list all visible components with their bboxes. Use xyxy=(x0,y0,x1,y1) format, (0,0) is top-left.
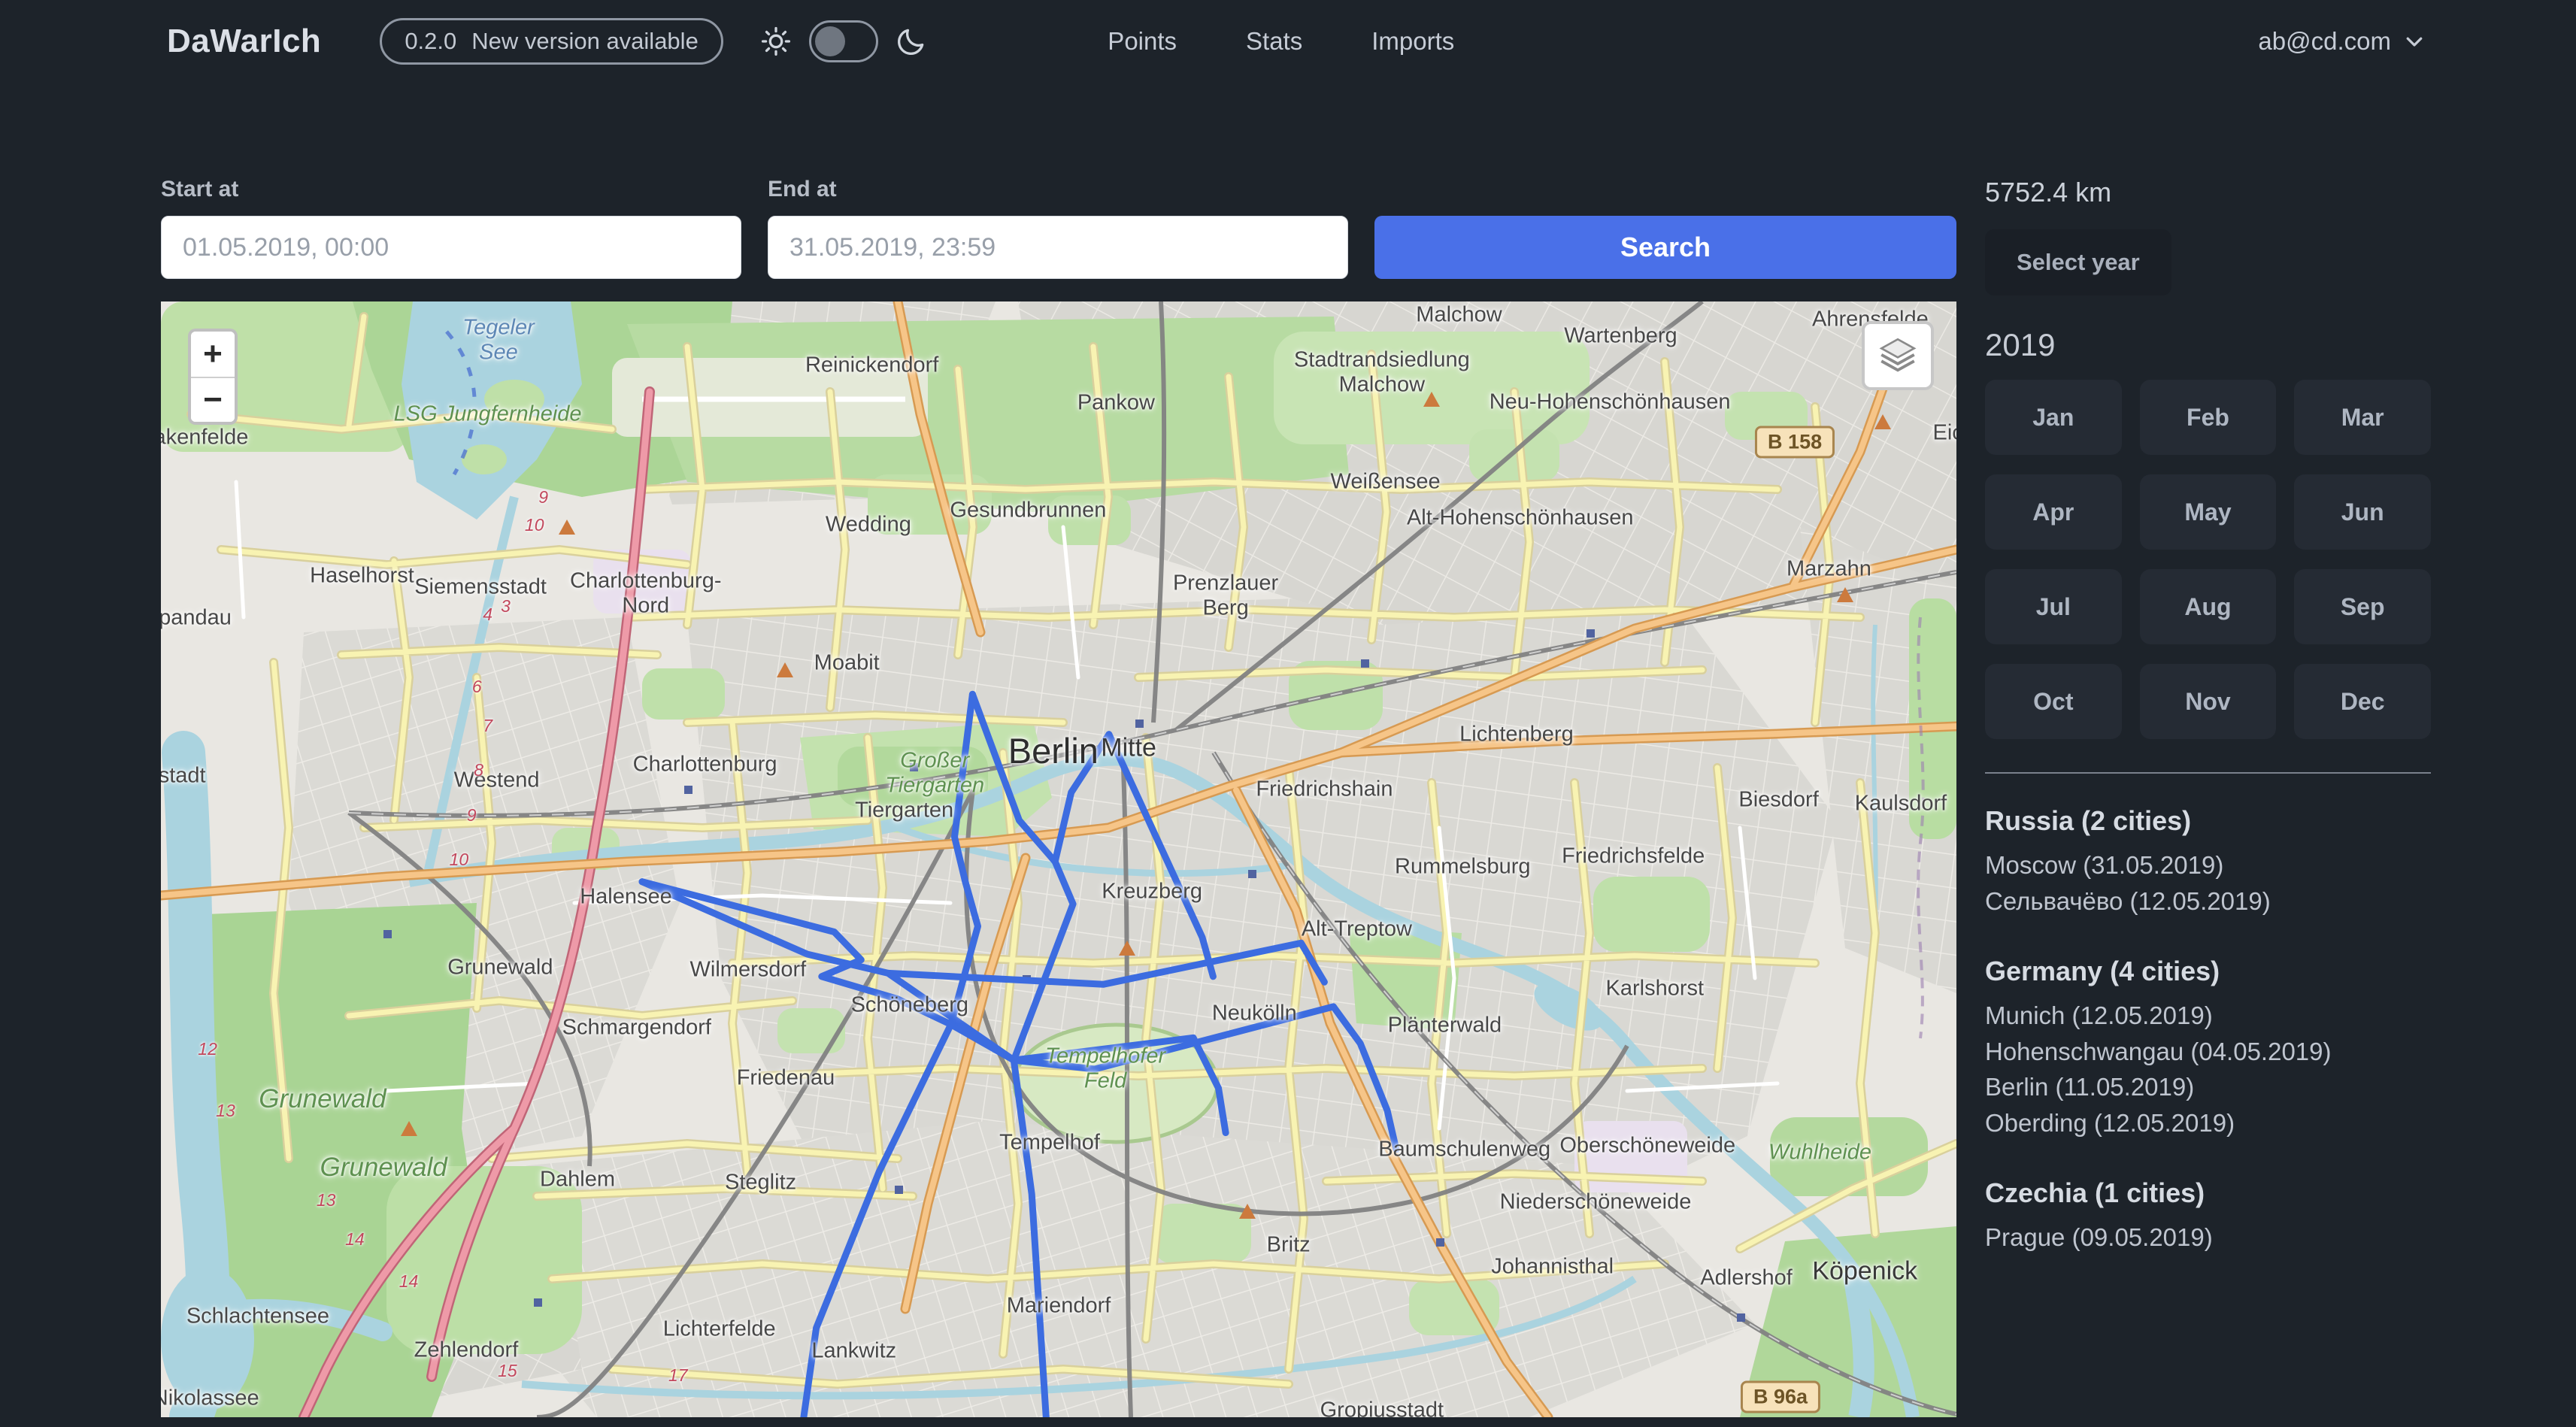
map-layers-control[interactable] xyxy=(1862,321,1934,390)
map-zoom-control: + − xyxy=(188,329,238,425)
city-item: Berlin (11.05.2019) xyxy=(1985,1069,2431,1105)
month-button[interactable]: Jul xyxy=(1985,569,2122,644)
search-button[interactable]: Search xyxy=(1374,216,1956,279)
month-button[interactable]: Oct xyxy=(1985,664,2122,739)
city-item: Prague (09.05.2019) xyxy=(1985,1219,2431,1256)
country-group: Germany (4 cities) Munich (12.05.2019)Ho… xyxy=(1985,956,2431,1141)
city-list: Munich (12.05.2019)Hohenschwangau (04.05… xyxy=(1985,998,2431,1141)
nav-link[interactable]: Imports xyxy=(1371,27,1454,56)
city-item: Oberding (12.05.2019) xyxy=(1985,1105,2431,1141)
map[interactable]: Tegeler SeeReinickendorfMalchowWartenber… xyxy=(161,301,1956,1417)
map-column: Start at End at Search xyxy=(161,177,1956,1417)
city-item: Munich (12.05.2019) xyxy=(1985,998,2431,1034)
main-nav: Points Stats Imports xyxy=(1108,27,1454,56)
start-at-input[interactable] xyxy=(161,216,741,279)
sidebar-divider xyxy=(1985,772,2431,774)
theme-toggle[interactable] xyxy=(809,20,878,62)
city-item: Moscow (31.05.2019) xyxy=(1985,847,2431,883)
account-menu[interactable]: ab@cd.com xyxy=(2258,27,2426,56)
app-logo: DaWarIch xyxy=(167,23,321,60)
end-at-input[interactable] xyxy=(768,216,1348,279)
moon-icon xyxy=(895,25,928,58)
country-name: Russia (2 cities) xyxy=(1985,805,2431,837)
city-list: Prague (09.05.2019) xyxy=(1985,1219,2431,1256)
month-button[interactable]: Jan xyxy=(1985,380,2122,455)
account-email: ab@cd.com xyxy=(2258,27,2391,56)
version-number: 0.2.0 xyxy=(405,28,456,55)
month-button[interactable]: Apr xyxy=(1985,474,2122,550)
country-group: Czechia (1 cities) Prague (09.05.2019) xyxy=(1985,1177,2431,1256)
layers-icon xyxy=(1876,334,1920,377)
month-button[interactable]: Nov xyxy=(2140,664,2277,739)
month-button[interactable]: May xyxy=(2140,474,2277,550)
visited-countries: Russia (2 cities) Moscow (31.05.2019)Сел… xyxy=(1985,805,2431,1256)
toggle-knob xyxy=(815,26,845,56)
sun-icon xyxy=(759,25,792,58)
month-button[interactable]: Mar xyxy=(2294,380,2431,455)
nav-link[interactable]: Points xyxy=(1108,27,1177,56)
date-filter-form: Start at End at Search xyxy=(161,177,1956,279)
country-name: Germany (4 cities) xyxy=(1985,956,2431,987)
zoom-in-button[interactable]: + xyxy=(191,332,235,377)
month-grid: JanFebMar AprMayJun JulAugSep OctNovDec xyxy=(1985,380,2431,739)
city-list: Moscow (31.05.2019)Сельвачёво (12.05.201… xyxy=(1985,847,2431,920)
main-content: Start at End at Search xyxy=(0,83,2576,1417)
total-distance: 5752.4 km xyxy=(1985,177,2431,208)
theme-switcher xyxy=(759,20,928,62)
stats-sidebar: 5752.4 km Select year 2019 JanFebMarAprM… xyxy=(1985,177,2431,1292)
zoom-out-button[interactable]: − xyxy=(191,377,235,422)
month-button[interactable]: Feb xyxy=(2140,380,2277,455)
version-note: New version available xyxy=(471,28,699,55)
highway-badge: B 158 xyxy=(1755,426,1835,458)
country-group: Russia (2 cities) Moscow (31.05.2019)Сел… xyxy=(1985,805,2431,920)
country-name: Czechia (1 cities) xyxy=(1985,1177,2431,1209)
start-at-label: Start at xyxy=(161,177,741,202)
chevron-down-icon xyxy=(2403,30,2426,53)
start-at-field: Start at xyxy=(161,177,741,279)
highway-badge: B 96a xyxy=(1741,1381,1820,1413)
app-header: DaWarIch 0.2.0 New version available Poi… xyxy=(0,0,2576,83)
map-tiles xyxy=(161,301,1956,1417)
month-button[interactable]: Aug xyxy=(2140,569,2277,644)
month-button[interactable]: Sep xyxy=(2294,569,2431,644)
city-item: Сельвачёво (12.05.2019) xyxy=(1985,883,2431,920)
version-badge: 0.2.0 New version available xyxy=(380,18,723,65)
month-button[interactable]: Jun xyxy=(2294,474,2431,550)
select-year-button[interactable]: Select year xyxy=(1985,229,2171,295)
nav-link[interactable]: Stats xyxy=(1246,27,1302,56)
end-at-label: End at xyxy=(768,177,1348,202)
year-heading: 2019 xyxy=(1985,327,2431,363)
city-item: Hohenschwangau (04.05.2019) xyxy=(1985,1034,2431,1070)
month-button[interactable]: Dec xyxy=(2294,664,2431,739)
end-at-field: End at xyxy=(768,177,1348,279)
